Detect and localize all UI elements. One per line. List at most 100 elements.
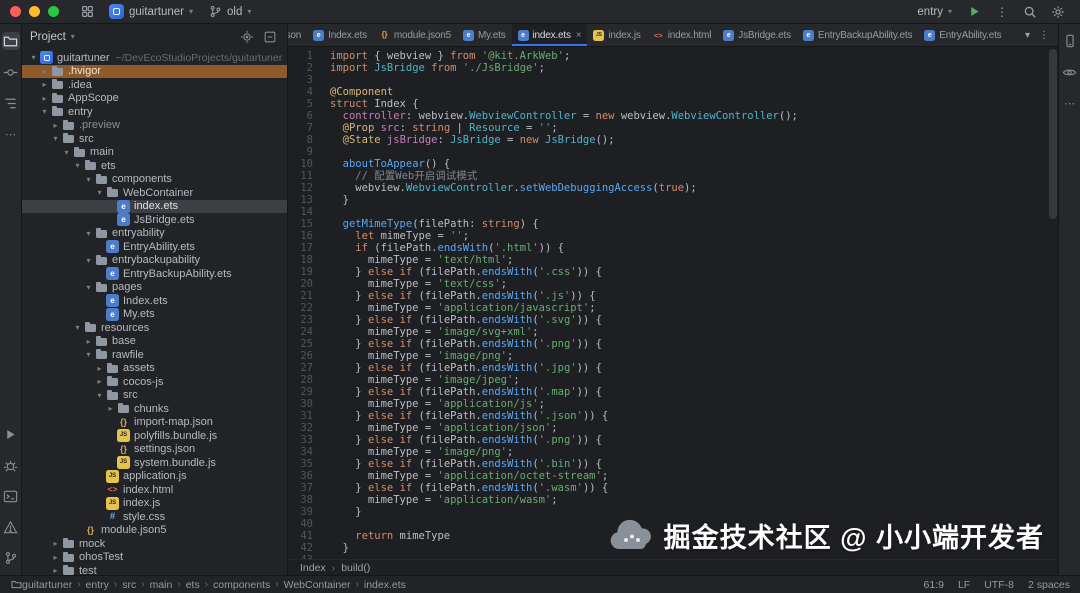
chevron-right-icon[interactable]: ▸ <box>94 364 105 373</box>
editor-tab[interactable]: Index.ets <box>307 24 373 46</box>
code-line[interactable]: mimeType = 'image/jpeg'; <box>330 374 1058 386</box>
code-line[interactable]: } <box>330 542 1058 554</box>
collapse-all-button[interactable] <box>261 28 279 46</box>
code-line[interactable]: import JsBridge from './JsBridge'; <box>330 62 1058 74</box>
chevron-right-icon[interactable]: ▸ <box>94 377 105 386</box>
tree-row[interactable]: ▾ entry <box>22 105 287 119</box>
chevron-down-icon[interactable]: ▾ <box>83 229 94 238</box>
tree-row[interactable]: module.json5 <box>22 524 287 538</box>
editor-tab[interactable]: index.js <box>587 24 646 46</box>
code-editor[interactable]: 1 2 3 4 5 6 7 8 9 10 11 12 13 14 15 16 17 18 19 20 21 22 23 24 2… <box>288 47 1058 559</box>
chevron-right-icon[interactable]: ▸ <box>39 80 50 89</box>
tree-row[interactable]: ▾ entryability <box>22 227 287 241</box>
tree-row[interactable]: ▸ .preview <box>22 119 287 133</box>
line-separator[interactable]: LF <box>958 579 970 591</box>
code-line[interactable]: mimeType = 'image/png'; <box>330 446 1058 458</box>
tree-row[interactable]: system.bundle.js <box>22 456 287 470</box>
tree-row[interactable]: ▾ pages <box>22 281 287 295</box>
tree-row[interactable]: Index.ets <box>22 294 287 308</box>
code-line[interactable]: getMimeType(filePath: string) { <box>330 218 1058 230</box>
code-line[interactable] <box>330 146 1058 158</box>
code-line[interactable]: @State jsBridge: JsBridge = new JsBridge… <box>330 134 1058 146</box>
code-line[interactable]: @Component <box>330 86 1058 98</box>
more-actions-button[interactable]: ⋮ <box>990 2 1014 22</box>
editor-tab[interactable]: EntryAbility.ets <box>918 24 1007 46</box>
code-line[interactable]: mimeType = 'application/wasm'; <box>330 494 1058 506</box>
path-item[interactable]: components <box>213 579 270 591</box>
code-line[interactable]: } else if (filePath.endsWith('.wasm')) { <box>330 482 1058 494</box>
path-item[interactable]: entry <box>86 579 109 591</box>
code-line[interactable] <box>330 554 1058 559</box>
chevron-down-icon[interactable]: ▾ <box>50 134 61 143</box>
chevron-down-icon[interactable]: ▾ <box>72 323 83 332</box>
editor-tab[interactable]: JsBridge.ets <box>717 24 797 46</box>
code-line[interactable]: } else if (filePath.endsWith('.json')) { <box>330 410 1058 422</box>
tree-row[interactable]: index.js <box>22 496 287 511</box>
indent-style[interactable]: 2 spaces <box>1028 579 1070 591</box>
tree-row[interactable]: ▸ AppScope <box>22 92 287 106</box>
run-configuration-selector[interactable]: entry ▾ <box>911 4 958 20</box>
code-line[interactable]: } else if (filePath.endsWith('.png')) { <box>330 434 1058 446</box>
code-line[interactable]: mimeType = 'text/html'; <box>330 254 1058 266</box>
tree-row[interactable]: import-map.json <box>22 416 287 430</box>
editor-tab[interactable]: My.ets <box>457 24 512 46</box>
code-line[interactable]: } else if (filePath.endsWith('.svg')) { <box>330 314 1058 326</box>
chevron-right-icon[interactable]: ▸ <box>105 404 116 413</box>
tree-row[interactable]: polyfills.bundle.js <box>22 429 287 443</box>
tree-row[interactable]: ▸ .idea <box>22 78 287 92</box>
chevron-down-icon[interactable]: ▾ <box>28 53 39 62</box>
tree-row[interactable]: ▾ entrybackupability <box>22 254 287 268</box>
main-menu-button[interactable] <box>75 2 99 22</box>
debug-tool-button[interactable] <box>2 456 20 474</box>
previewer-tool-button[interactable] <box>1061 63 1079 81</box>
tree-row[interactable]: My.ets <box>22 307 287 322</box>
problems-tool-button[interactable] <box>2 518 20 536</box>
chevron-down-icon[interactable]: ▾ <box>94 188 105 197</box>
locate-file-button[interactable] <box>238 28 256 46</box>
code-line[interactable]: mimeType = 'image/png'; <box>330 350 1058 362</box>
version-control-tool-button[interactable] <box>2 549 20 567</box>
project-tool-button[interactable] <box>1 32 20 50</box>
code-line[interactable]: } else if (filePath.endsWith('.jpg')) { <box>330 362 1058 374</box>
scrollbar-thumb[interactable] <box>1049 49 1057 219</box>
tree-row[interactable]: ▸ assets <box>22 362 287 376</box>
editor-tab[interactable]: EntryBackupAbility.ets <box>797 24 918 46</box>
tree-row[interactable]: ▸ mock <box>22 537 287 551</box>
tree-row[interactable]: ▸ cocos-js <box>22 375 287 389</box>
tree-row[interactable]: JsBridge.ets <box>22 213 287 227</box>
cursor-position[interactable]: 61:9 <box>924 579 944 591</box>
breadcrumb-item[interactable]: build() <box>341 562 370 574</box>
code-line[interactable]: mimeType = 'application/js'; <box>330 398 1058 410</box>
tab-overflow-button[interactable]: ▾ <box>1025 30 1030 41</box>
editor-scrollbar[interactable] <box>1049 49 1057 557</box>
chevron-down-icon[interactable]: ▾ <box>83 175 94 184</box>
chevron-right-icon[interactable]: ▸ <box>50 539 61 548</box>
commit-tool-button[interactable] <box>2 63 20 81</box>
tree-row[interactable]: ▾ main <box>22 146 287 160</box>
editor-tab[interactable]: index.ets × <box>511 24 588 46</box>
code-line[interactable]: mimeType = 'application/javascript'; <box>330 302 1058 314</box>
path-item[interactable]: index.ets <box>364 579 406 591</box>
tree-row[interactable]: ▾ components <box>22 173 287 187</box>
chevron-right-icon[interactable]: ▸ <box>39 67 50 76</box>
chevron-right-icon[interactable]: ▸ <box>39 94 50 103</box>
editor-tab[interactable]: index.html <box>647 24 718 46</box>
more-tools-button[interactable]: ⋯ <box>2 125 20 143</box>
chevron-right-icon[interactable]: ▸ <box>50 553 61 562</box>
tree-row[interactable]: ▾ WebContainer <box>22 186 287 200</box>
code-line[interactable]: struct Index { <box>330 98 1058 110</box>
code-line[interactable]: } else if (filePath.endsWith('.css')) { <box>330 266 1058 278</box>
tree-row[interactable]: index.html <box>22 483 287 497</box>
code-line[interactable] <box>330 74 1058 86</box>
project-panel-title[interactable]: Project <box>30 31 66 43</box>
file-encoding[interactable]: UTF-8 <box>984 579 1014 591</box>
tree-row[interactable]: application.js <box>22 469 287 484</box>
chevron-down-icon[interactable]: ▾ <box>72 161 83 170</box>
tree-row[interactable]: EntryAbility.ets <box>22 240 287 254</box>
run-tool-button[interactable] <box>2 425 20 443</box>
chevron-right-icon[interactable]: ▸ <box>50 566 61 575</box>
chevron-right-icon[interactable]: ▸ <box>83 337 94 346</box>
project-selector[interactable]: guitartuner ▾ <box>103 2 199 21</box>
code-line[interactable]: import { webview } from '@kit.ArkWeb'; <box>330 50 1058 62</box>
tree-row[interactable]: settings.json <box>22 443 287 457</box>
